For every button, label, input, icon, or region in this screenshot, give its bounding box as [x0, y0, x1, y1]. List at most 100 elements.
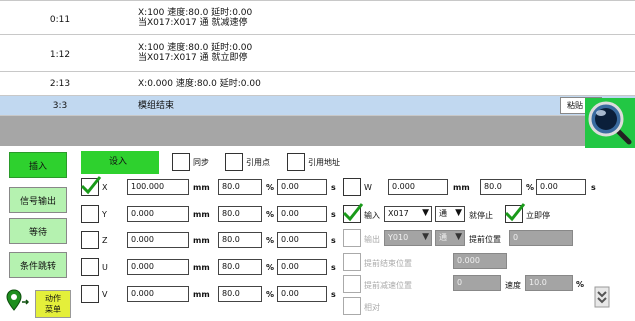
axis-speed-unit: %: [266, 210, 275, 219]
input-state-select[interactable]: 通 ▼: [435, 206, 465, 222]
immediate-stop-label: 立即停: [526, 211, 550, 220]
immediate-stop-checkbox[interactable]: [504, 203, 526, 223]
magnifier-button[interactable]: [585, 98, 635, 148]
ref-point-label: 引用点: [246, 158, 270, 167]
advance-position-label: 提前位置: [469, 235, 501, 244]
axis-checkbox[interactable]: [80, 176, 102, 196]
step-number: 1:12: [49, 50, 71, 60]
advance-speed-unit: %: [576, 280, 585, 289]
w-axis-label: W: [364, 183, 372, 192]
axis-label: X: [102, 183, 108, 192]
axis-position-field[interactable]: 0.000: [127, 259, 189, 275]
signal-output-button[interactable]: 信号输出: [9, 187, 67, 213]
axis-speed-field[interactable]: 80.0: [218, 259, 262, 275]
axis-delay-field[interactable]: 0.00: [277, 286, 327, 302]
output-port-select[interactable]: Y010 ▼: [384, 230, 432, 246]
w-position-field[interactable]: 0.000: [388, 179, 448, 195]
axis-checkbox[interactable]: [81, 205, 99, 223]
axis-speed-unit: %: [266, 263, 275, 272]
chevron-down-icon: ▼: [455, 208, 462, 218]
axis-position-field[interactable]: 0.000: [127, 232, 189, 248]
axis-position-unit: mm: [193, 290, 210, 299]
advance-decel-checkbox[interactable]: [343, 275, 361, 293]
advance-end-label: 提前结束位置: [364, 259, 412, 268]
axis-position-unit: mm: [193, 263, 210, 272]
axis-delay-field[interactable]: 0.00: [277, 179, 327, 195]
checkmark-icon: [342, 203, 364, 222]
ref-address-label: 引用地址: [308, 158, 340, 167]
step-line-1: X:0.000 速度:80.0 延时:0.00: [138, 79, 261, 89]
advance-decel-field[interactable]: 0: [453, 275, 501, 291]
axis-delay-unit: s: [331, 290, 336, 299]
axis-speed-field[interactable]: 80.0: [218, 179, 262, 195]
output-state-select[interactable]: 通 ▼: [435, 230, 465, 246]
axis-label: U: [102, 263, 108, 272]
program-row[interactable]: 1:12 X:100 速度:80.0 延时:0.00 当X017:X017 通 …: [0, 35, 635, 72]
chevron-down-icon: ▼: [422, 232, 429, 242]
stop-label: 就停止: [469, 211, 493, 220]
w-speed-unit: %: [526, 183, 535, 192]
axis-position-unit: mm: [193, 183, 210, 192]
advance-speed-field[interactable]: 10.0: [525, 275, 573, 291]
action-menu-button[interactable]: 动作菜单: [35, 290, 71, 318]
step-description: 模组结束: [138, 101, 174, 111]
magnifier-icon: [588, 101, 632, 145]
axis-delay-unit: s: [331, 263, 336, 272]
program-row[interactable]: 0:11 X:100 速度:80.0 延时:0.00 当X017:X017 通 …: [0, 0, 635, 35]
output-state-value: 通: [439, 233, 447, 242]
axis-position-field[interactable]: 100.000: [127, 179, 189, 195]
axis-speed-field[interactable]: 80.0: [218, 206, 262, 222]
step-description: X:100 速度:80.0 延时:0.00 当X017:X017 通 就立即停: [138, 43, 252, 63]
output-port-value: Y010: [388, 233, 409, 242]
axis-label: V: [102, 290, 108, 299]
advance-end-field[interactable]: 0.000: [453, 253, 507, 269]
axis-speed-unit: %: [266, 236, 275, 245]
axis-position-field[interactable]: 0.000: [127, 206, 189, 222]
advance-position-field[interactable]: 0: [509, 230, 573, 246]
axis-label: Y: [102, 210, 107, 219]
axis-delay-field[interactable]: 0.00: [277, 259, 327, 275]
w-position-unit: mm: [453, 183, 470, 192]
advance-end-checkbox[interactable]: [343, 253, 361, 271]
w-delay-unit: s: [591, 183, 596, 192]
axis-speed-field[interactable]: 80.0: [218, 286, 262, 302]
relative-label: 相对: [364, 303, 380, 312]
checkmark-icon: [80, 176, 102, 195]
ref-point-checkbox[interactable]: [225, 153, 243, 171]
axis-checkbox[interactable]: [81, 258, 99, 276]
axis-label: Z: [102, 236, 108, 245]
axis-checkbox[interactable]: [81, 285, 99, 303]
input-checkbox[interactable]: [342, 203, 364, 223]
sync-checkbox[interactable]: [172, 153, 190, 171]
set-in-tab[interactable]: 设入: [81, 151, 159, 174]
conditional-jump-button[interactable]: 条件跳转: [9, 252, 67, 278]
input-port-select[interactable]: X017 ▼: [384, 206, 432, 222]
axis-delay-unit: s: [331, 236, 336, 245]
step-line-1: X:100 速度:80.0 延时:0.00: [138, 43, 253, 53]
axis-position-unit: mm: [193, 210, 210, 219]
program-row-selected[interactable]: 3:3 模组结束 粘贴: [0, 96, 635, 116]
input-port-value: X017: [388, 209, 409, 218]
ref-address-checkbox[interactable]: [287, 153, 305, 171]
step-number: 2:13: [49, 79, 71, 89]
relative-checkbox[interactable]: [343, 297, 361, 315]
axis-delay-field[interactable]: 0.00: [277, 206, 327, 222]
w-delay-field[interactable]: 0.00: [536, 179, 586, 195]
wait-button[interactable]: 等待: [9, 218, 67, 244]
w-axis-checkbox[interactable]: [343, 178, 361, 196]
advance-decel-label: 提前减速位置: [364, 281, 412, 290]
output-label: 输出: [364, 235, 380, 244]
separator-band: [0, 116, 635, 146]
scroll-down-button[interactable]: [594, 286, 610, 308]
axis-speed-field[interactable]: 80.0: [218, 232, 262, 248]
insert-button[interactable]: 插入: [9, 152, 67, 178]
axis-position-field[interactable]: 0.000: [127, 286, 189, 302]
axis-position-unit: mm: [193, 236, 210, 245]
output-checkbox[interactable]: [343, 229, 361, 247]
step-line-2: 当X017:X017 通 就减速停: [138, 18, 248, 28]
program-row[interactable]: 2:13 X:0.000 速度:80.0 延时:0.00: [0, 72, 635, 96]
axis-delay-field[interactable]: 0.00: [277, 232, 327, 248]
axis-checkbox[interactable]: [81, 231, 99, 249]
w-speed-field[interactable]: 80.0: [480, 179, 522, 195]
step-number: 3:3: [52, 101, 68, 111]
